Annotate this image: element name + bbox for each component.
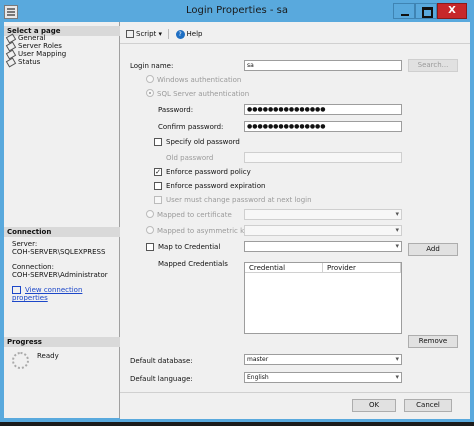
close-button[interactable]: X — [437, 3, 467, 19]
specify-old-password-checkbox[interactable] — [154, 138, 162, 146]
enforce-policy-label: Enforce password policy — [166, 168, 251, 176]
must-change-label: User must change password at next login — [166, 196, 312, 204]
page-item-label: General — [18, 34, 46, 42]
view-connection-properties[interactable]: View connection properties — [12, 286, 119, 302]
sql-auth-radio[interactable] — [146, 89, 154, 97]
script-dropdown-arrow: ▾ — [158, 30, 163, 38]
connection-properties-icon — [12, 286, 21, 294]
cancel-button[interactable]: Cancel — [404, 399, 452, 412]
default-language-dropdown[interactable]: English — [244, 372, 402, 383]
connection-label: Connection: — [12, 263, 54, 271]
help-icon: ? — [175, 29, 185, 39]
toolbar-separator — [168, 29, 170, 39]
minimize-button[interactable] — [393, 3, 415, 19]
server-label: Server: — [12, 240, 38, 248]
connection-info: Server: COH-SERVER\SQLEXPRESS Connection… — [12, 240, 119, 302]
page-item-general[interactable]: General — [5, 32, 66, 44]
page-item-label: Server Roles — [18, 42, 62, 50]
default-language-label: Default language: — [130, 375, 193, 383]
column-header-credential[interactable]: Credential — [245, 263, 323, 273]
help-label: Help — [186, 30, 203, 38]
remove-button[interactable]: Remove — [408, 335, 458, 348]
page-list: General Server Roles User Mapping Status — [5, 32, 67, 68]
search-button[interactable]: Search... — [408, 59, 458, 72]
login-name-field[interactable]: sa — [244, 60, 402, 71]
login-name-label: Login name: — [130, 62, 174, 70]
enforce-policy-checkbox[interactable]: ✓ — [154, 168, 162, 176]
old-password-field[interactable] — [244, 152, 402, 163]
server-value: COH-SERVER\SQLEXPRESS — [12, 248, 106, 256]
maximize-button[interactable] — [415, 3, 437, 19]
right-pane: Script ▾ ? Help Login name: sa Search... … — [120, 22, 470, 419]
progress-spinner-icon — [12, 352, 29, 369]
page-item-user-mapping[interactable]: User Mapping — [5, 48, 67, 60]
script-button[interactable]: Script ▾ — [126, 30, 162, 38]
progress-header: Progress — [4, 337, 120, 347]
asymmetric-key-dropdown[interactable] — [244, 225, 402, 236]
certificate-dropdown[interactable] — [244, 209, 402, 220]
old-password-label: Old password — [166, 154, 214, 162]
confirm-password-field[interactable]: ●●●●●●●●●●●●●●● — [244, 121, 402, 132]
dialog-client: Select a page General Server Roles User … — [4, 22, 470, 419]
progress-status: Ready — [37, 352, 59, 360]
enforce-expiration-checkbox[interactable] — [154, 182, 162, 190]
map-to-credential-checkbox[interactable] — [146, 243, 154, 251]
column-header-provider[interactable]: Provider — [323, 263, 401, 273]
windows-auth-radio[interactable] — [146, 75, 154, 83]
mapped-asymmetric-key-radio[interactable] — [146, 226, 154, 234]
password-label: Password: — [158, 106, 194, 114]
mapped-credentials-label: Mapped Credentials — [158, 260, 228, 268]
dialog-window: Login Properties - sa X Select a page Ge… — [0, 0, 474, 422]
toolbar: Script ▾ ? Help — [126, 29, 203, 39]
ok-button[interactable]: OK — [352, 399, 396, 412]
default-database-label: Default database: — [130, 357, 193, 365]
page-item-label: Status — [18, 58, 41, 66]
password-field[interactable]: ●●●●●●●●●●●●●●● — [244, 104, 402, 115]
toolbar-divider — [120, 43, 470, 44]
map-to-credential-label: Map to Credential — [158, 243, 221, 251]
help-button[interactable]: ? Help — [175, 29, 203, 39]
page-item-label: User Mapping — [18, 50, 67, 58]
default-database-dropdown[interactable]: master — [244, 354, 402, 365]
wrench-icon — [5, 56, 17, 68]
page-item-server-roles[interactable]: Server Roles — [5, 40, 66, 52]
left-pane: Select a page General Server Roles User … — [4, 22, 120, 418]
dialog-footer: OK Cancel — [120, 392, 470, 419]
view-connection-link-label: View connection properties — [12, 286, 83, 302]
enforce-expiration-label: Enforce password expiration — [166, 182, 266, 190]
mapped-asymmetric-key-label: Mapped to asymmetric key — [157, 227, 253, 235]
mapped-certificate-radio[interactable] — [146, 210, 154, 218]
script-icon — [126, 30, 134, 38]
mapped-certificate-label: Mapped to certificate — [157, 211, 232, 219]
specify-old-password-label: Specify old password — [166, 138, 240, 146]
must-change-checkbox[interactable] — [154, 196, 162, 204]
confirm-password-label: Confirm password: — [158, 123, 224, 131]
page-item-status[interactable]: Status — [5, 56, 66, 68]
credential-dropdown[interactable] — [244, 241, 402, 252]
windows-auth-label: Windows authentication — [157, 76, 242, 84]
script-label: Script — [136, 30, 157, 38]
mapped-credentials-grid[interactable]: Credential Provider — [244, 262, 402, 334]
connection-value: COH-SERVER\Administrator — [12, 271, 108, 279]
connection-header: Connection — [4, 227, 120, 237]
add-button[interactable]: Add — [408, 243, 458, 256]
sql-auth-label: SQL Server authentication — [157, 90, 250, 98]
title-bar[interactable]: Login Properties - sa X — [0, 0, 474, 22]
